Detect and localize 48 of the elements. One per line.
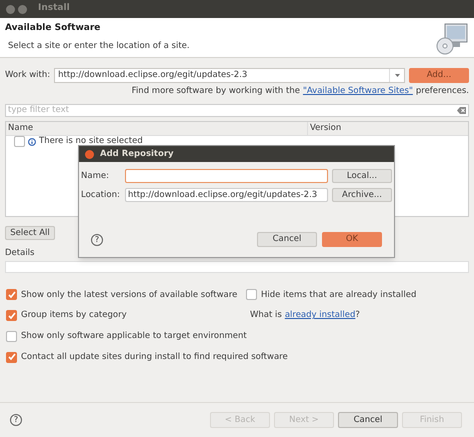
work-with-label: Work with:: [5, 69, 50, 82]
window-title: Install: [38, 2, 70, 16]
sites-text: preferences.: [416, 85, 469, 98]
checkbox[interactable]: [6, 330, 17, 342]
help-button[interactable]: ?: [91, 234, 103, 246]
name-field[interactable]: [125, 169, 328, 183]
column-header[interactable]: Name: [6, 122, 308, 135]
checkbox[interactable]: [14, 136, 25, 148]
checkbox[interactable]: [6, 310, 17, 322]
help-button[interactable]: ?: [10, 414, 22, 426]
dialog-title: Add Repository: [100, 148, 174, 160]
option-label: Group items by category: [21, 309, 127, 322]
cancel-button[interactable]: Cancel: [257, 232, 317, 247]
minimize-icon[interactable]: [18, 4, 27, 14]
check-icon: [8, 353, 16, 362]
select-all-button[interactable]: Select All: [5, 226, 55, 240]
site-url: http://download.eclipse.org/egit/updates-2.3: [57, 69, 248, 82]
dropdown-icon: [394, 74, 400, 77]
installed-text: ?: [355, 309, 360, 322]
archive-button[interactable]: Archive...: [332, 188, 392, 202]
page-subtitle: Select a site or enter the location of a site.: [8, 40, 190, 52]
wizard-button[interactable]: Cancel: [338, 412, 398, 428]
table-cell: There is no site selected: [39, 135, 143, 148]
already-installed-link[interactable]: already installed: [284, 309, 356, 322]
checkbox[interactable]: [6, 289, 17, 300]
option-label: Contact all update sites during install to find required software: [21, 350, 288, 364]
check-icon: [8, 290, 16, 299]
sites-text: Find more software by working with the: [132, 85, 300, 98]
checkbox[interactable]: [6, 352, 17, 363]
close-icon[interactable]: [6, 4, 15, 14]
location-label: Location:: [81, 188, 121, 202]
check-icon: [8, 312, 16, 320]
location-field[interactable]: http://download.eclipse.org/egit/updates-2.3: [125, 188, 328, 202]
name-label: Name:: [81, 170, 110, 182]
option-label: Show only the latest versions of available software: [21, 288, 238, 302]
close-icon[interactable]: [85, 150, 94, 158]
details-label: Details: [5, 246, 36, 260]
checkbox[interactable]: [246, 289, 257, 300]
available-sites-link[interactable]: "Available Software Sites": [302, 85, 413, 98]
info-icon: [28, 138, 36, 146]
option-label: Show only software applicable to target environment: [21, 330, 247, 343]
page-title: Available Software: [5, 22, 102, 35]
site-combo[interactable]: http://download.eclipse.org/egit/updates-2.3: [54, 68, 405, 83]
option-label: Hide items that are already installed: [261, 288, 416, 302]
clear-icon[interactable]: [457, 106, 466, 114]
column-header[interactable]: Version: [308, 122, 344, 135]
local-button[interactable]: Local...: [332, 169, 392, 183]
installed-text: What is: [250, 309, 282, 322]
